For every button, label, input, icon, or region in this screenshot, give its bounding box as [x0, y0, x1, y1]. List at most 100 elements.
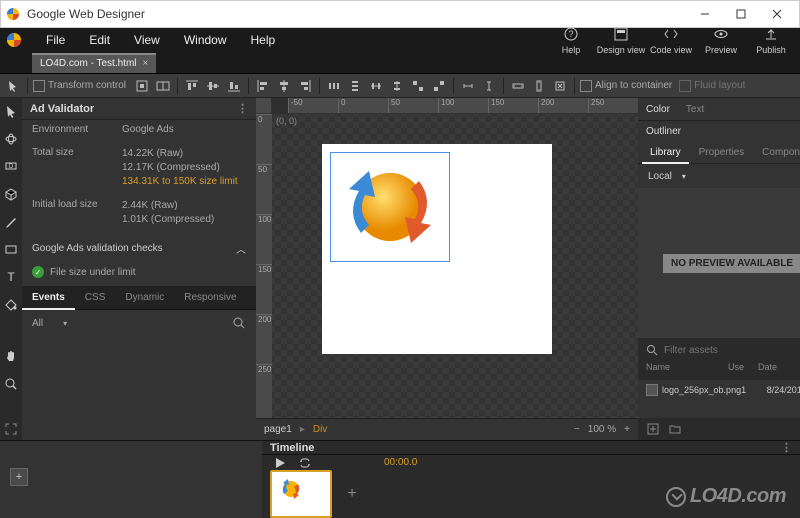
viewport[interactable]: (0, 0)	[272, 114, 638, 418]
selected-element[interactable]	[330, 152, 450, 262]
rotate-3d-tool[interactable]	[0, 128, 22, 150]
properties-tab[interactable]: Properties	[691, 142, 753, 164]
menu-help[interactable]: Help	[239, 33, 288, 47]
menu-file[interactable]: File	[34, 33, 77, 47]
text-panel-tab[interactable]: Text	[686, 104, 704, 115]
gwd-logo-icon	[4, 30, 24, 50]
zoom-out-button[interactable]: −	[574, 424, 580, 435]
code-view-button[interactable]: Code view	[646, 23, 696, 57]
add-keyframe-button[interactable]: +	[340, 482, 364, 506]
check-ok-icon: ✓	[32, 266, 44, 278]
transform-control-checkbox[interactable]	[33, 80, 45, 92]
play-button[interactable]	[274, 457, 286, 469]
tab-dynamic[interactable]: Dynamic	[115, 286, 174, 310]
publish-button[interactable]: Publish	[746, 23, 796, 57]
add-layer-button[interactable]: +	[10, 468, 28, 486]
timeline-title: Timeline	[270, 442, 314, 454]
menu-edit[interactable]: Edit	[77, 33, 122, 47]
logo-image	[331, 153, 449, 261]
outliner-panel-tab[interactable]: Outliner	[646, 126, 681, 137]
breadcrumb-chevron-icon: ▸	[300, 424, 305, 435]
timeline-left: +	[0, 441, 262, 518]
selection-tool[interactable]	[0, 100, 22, 122]
color-panel-tab[interactable]: Color	[646, 104, 670, 115]
options-bar: Transform control Align to container Flu…	[0, 74, 800, 98]
space-h-icon[interactable]	[459, 77, 477, 95]
checks-header[interactable]: Google Ads validation checks ︿	[22, 235, 256, 262]
dist-2-icon[interactable]	[346, 77, 364, 95]
3d-object-tool[interactable]	[0, 183, 22, 205]
selection-tool-icon[interactable]	[4, 77, 22, 95]
transform-control-label: Transform control	[48, 80, 126, 91]
library-scope-dropdown[interactable]: Local	[648, 171, 672, 182]
ruler-horizontal[interactable]: -50050100150200250	[288, 98, 638, 114]
keyframe-thumbnail[interactable]	[270, 470, 332, 518]
zoom-tool[interactable]	[0, 373, 22, 395]
tab-css[interactable]: CSS	[75, 286, 116, 310]
col-use[interactable]: Use	[728, 362, 758, 380]
help-button[interactable]: ?Help	[546, 23, 596, 57]
pen-tool[interactable]	[0, 211, 22, 233]
env-label: Environment	[32, 124, 122, 135]
dist-1-icon[interactable]	[325, 77, 343, 95]
new-folder-icon[interactable]	[668, 422, 682, 436]
menu-window[interactable]: Window	[172, 33, 239, 47]
design-view-button[interactable]: Design view	[596, 23, 646, 57]
asset-row[interactable]: logo_256px_ob.png 1 8/24/2018, 9:20:05 P…	[638, 380, 800, 400]
opt-icon-1[interactable]	[133, 77, 151, 95]
total-raw: 14.22K (Raw)	[122, 147, 246, 161]
align-bottom-icon[interactable]	[225, 77, 243, 95]
space-v-icon[interactable]	[480, 77, 498, 95]
align-left-icon[interactable]	[254, 77, 272, 95]
align-vcenter-icon[interactable]	[204, 77, 222, 95]
match-h-icon[interactable]	[530, 77, 548, 95]
expand-tool[interactable]	[0, 418, 22, 440]
dist-5-icon[interactable]	[409, 77, 427, 95]
zoom-value[interactable]: 100 %	[588, 424, 616, 435]
canvas-area: -50050100150200250 050100150200250 (0, 0…	[256, 98, 638, 440]
col-name[interactable]: Name	[646, 362, 728, 380]
align-right-icon[interactable]	[296, 77, 314, 95]
artboard[interactable]	[322, 144, 552, 354]
shape-tool[interactable]	[0, 238, 22, 260]
ruler-vertical[interactable]: 050100150200250	[256, 114, 272, 418]
chevron-down-icon: ▾	[63, 319, 67, 328]
dist-3-icon[interactable]	[367, 77, 385, 95]
match-size-icon[interactable]	[551, 77, 569, 95]
loop-button[interactable]	[298, 457, 312, 469]
align-hcenter-icon[interactable]	[275, 77, 293, 95]
filter-assets-input[interactable]	[664, 345, 800, 356]
fill-tool[interactable]	[0, 294, 22, 316]
timeline-more-icon[interactable]: ⋮	[781, 441, 792, 454]
menu-view[interactable]: View	[122, 33, 172, 47]
match-w-icon[interactable]	[509, 77, 527, 95]
col-date[interactable]: Date	[758, 362, 800, 380]
components-tab[interactable]: Components	[754, 142, 800, 164]
dist-6-icon[interactable]	[430, 77, 448, 95]
text-tool[interactable]: T	[0, 266, 22, 288]
add-asset-icon[interactable]	[646, 422, 660, 436]
events-filter-dropdown[interactable]: All ▾	[32, 318, 67, 329]
panel-more-icon[interactable]: ⋮	[237, 102, 248, 115]
align-to-container-checkbox[interactable]	[580, 80, 592, 92]
app-icon	[5, 6, 21, 22]
zoom-in-button[interactable]: +	[624, 424, 630, 435]
document-tab[interactable]: LO4D.com - Test.html ×	[32, 53, 156, 73]
preview-button[interactable]: Preview	[696, 23, 746, 57]
tab-responsive[interactable]: Responsive	[174, 286, 246, 310]
align-top-icon[interactable]	[183, 77, 201, 95]
fluid-layout-checkbox[interactable]	[679, 80, 691, 92]
library-tab[interactable]: Library	[642, 142, 689, 164]
close-tab-icon[interactable]: ×	[143, 58, 149, 69]
tag-tool[interactable]: D	[0, 155, 22, 177]
page-name[interactable]: page1	[264, 424, 292, 435]
breadcrumb-element[interactable]: Div	[313, 424, 327, 435]
search-icon[interactable]	[232, 316, 246, 330]
help-icon: ?	[562, 25, 580, 43]
tab-events[interactable]: Events	[22, 286, 75, 310]
ad-validator-header[interactable]: Ad Validator ⋮	[22, 98, 256, 120]
opt-icon-2[interactable]	[154, 77, 172, 95]
hand-tool[interactable]	[0, 345, 22, 367]
dist-4-icon[interactable]	[388, 77, 406, 95]
no-preview-label: NO PREVIEW AVAILABLE	[663, 254, 800, 273]
